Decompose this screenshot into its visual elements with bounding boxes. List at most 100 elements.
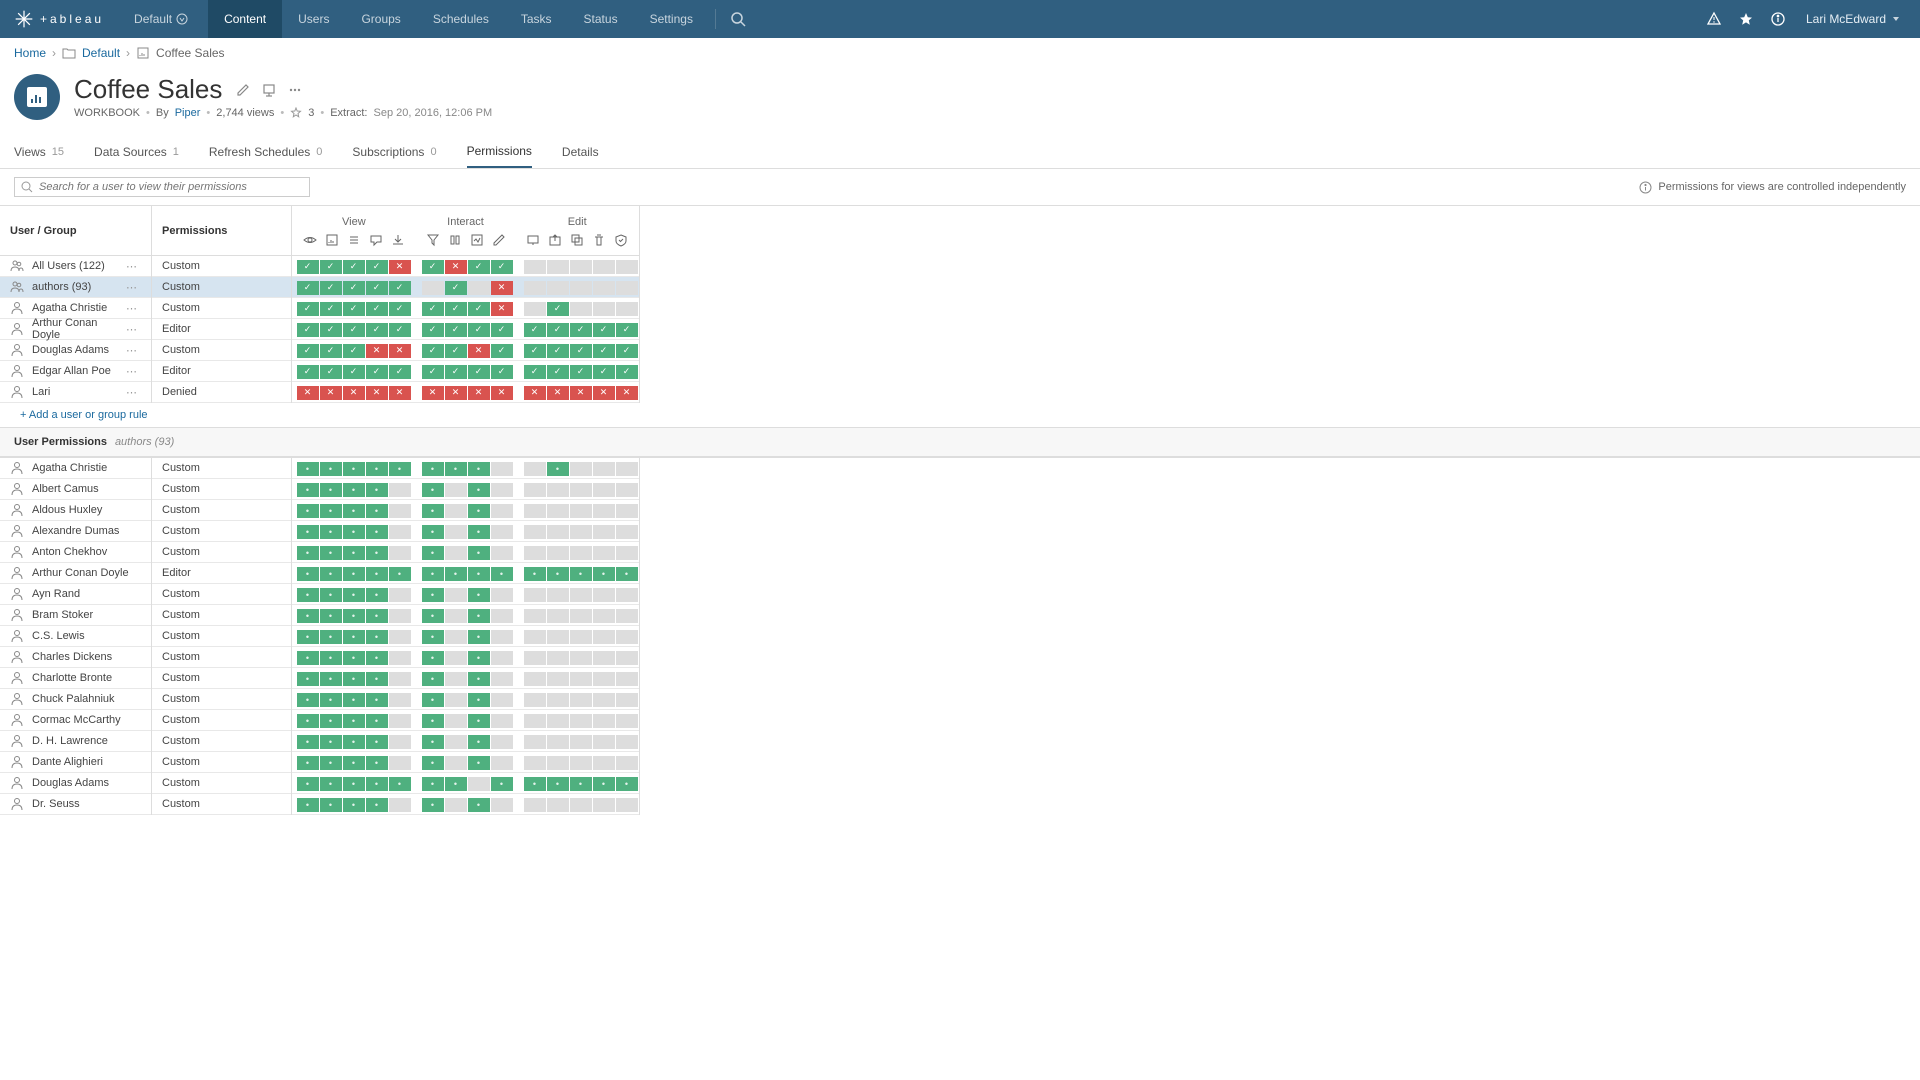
perm-cell[interactable] bbox=[422, 672, 444, 686]
perm-cell[interactable] bbox=[491, 302, 513, 316]
perm-cell[interactable] bbox=[547, 672, 569, 686]
perm-cell[interactable] bbox=[343, 281, 365, 295]
perm-cell[interactable] bbox=[491, 693, 513, 707]
add-rule-link[interactable]: + Add a user or group rule bbox=[0, 403, 1920, 428]
perm-cell[interactable] bbox=[320, 630, 342, 644]
perm-cell[interactable] bbox=[445, 483, 467, 497]
perm-cell[interactable] bbox=[468, 630, 490, 644]
perm-cell[interactable] bbox=[468, 546, 490, 560]
perm-cell[interactable] bbox=[366, 693, 388, 707]
perm-cell[interactable] bbox=[593, 756, 615, 770]
perm-cell[interactable] bbox=[389, 281, 411, 295]
perm-cell[interactable] bbox=[491, 483, 513, 497]
user-row[interactable]: Bram Stoker bbox=[0, 605, 151, 626]
perm-cell[interactable] bbox=[593, 504, 615, 518]
perm-cell[interactable] bbox=[524, 630, 546, 644]
perm-cell[interactable] bbox=[468, 777, 490, 791]
perm-cell[interactable] bbox=[422, 588, 444, 602]
perm-cell[interactable] bbox=[422, 693, 444, 707]
perm-cell[interactable] bbox=[468, 672, 490, 686]
perm-cell[interactable] bbox=[524, 462, 546, 476]
rule-role[interactable]: Denied bbox=[152, 382, 291, 403]
perm-cell[interactable] bbox=[616, 735, 638, 749]
perm-cell[interactable] bbox=[570, 714, 592, 728]
perm-cell[interactable] bbox=[422, 260, 444, 274]
perm-cell[interactable] bbox=[297, 504, 319, 518]
perm-cell[interactable] bbox=[297, 672, 319, 686]
perm-cell[interactable] bbox=[366, 714, 388, 728]
perm-cell[interactable] bbox=[547, 546, 569, 560]
perm-cell[interactable] bbox=[491, 609, 513, 623]
nav-status[interactable]: Status bbox=[568, 0, 634, 38]
perm-cell[interactable] bbox=[389, 777, 411, 791]
perm-cell[interactable] bbox=[491, 714, 513, 728]
user-row[interactable]: Ayn Rand bbox=[0, 584, 151, 605]
perm-cell[interactable] bbox=[366, 798, 388, 812]
perm-cell[interactable] bbox=[343, 483, 365, 497]
perm-cell[interactable] bbox=[491, 504, 513, 518]
perm-cell[interactable] bbox=[524, 672, 546, 686]
perm-cell[interactable] bbox=[524, 302, 546, 316]
perm-cell[interactable] bbox=[297, 735, 319, 749]
perm-cell[interactable] bbox=[616, 693, 638, 707]
perm-cell[interactable] bbox=[570, 777, 592, 791]
perm-cell[interactable] bbox=[468, 525, 490, 539]
perm-cell[interactable] bbox=[524, 588, 546, 602]
perm-cell[interactable] bbox=[320, 344, 342, 358]
perm-cell[interactable] bbox=[570, 609, 592, 623]
perm-cell[interactable] bbox=[389, 567, 411, 581]
perm-cell[interactable] bbox=[320, 504, 342, 518]
perm-cell[interactable] bbox=[366, 260, 388, 274]
perm-cell[interactable] bbox=[389, 672, 411, 686]
perm-cell[interactable] bbox=[343, 651, 365, 665]
perm-cell[interactable] bbox=[297, 630, 319, 644]
perm-cell[interactable] bbox=[593, 344, 615, 358]
perm-cell[interactable] bbox=[389, 693, 411, 707]
perm-cell[interactable] bbox=[570, 588, 592, 602]
rule-role[interactable]: Custom bbox=[152, 298, 291, 319]
perm-cell[interactable] bbox=[570, 525, 592, 539]
perm-cell[interactable] bbox=[547, 567, 569, 581]
perm-cell[interactable] bbox=[320, 756, 342, 770]
rule-role[interactable]: Custom bbox=[152, 277, 291, 298]
row-menu-icon[interactable]: ⋯ bbox=[122, 302, 141, 315]
perm-cell[interactable] bbox=[297, 567, 319, 581]
perm-cell[interactable] bbox=[297, 756, 319, 770]
perm-cell[interactable] bbox=[297, 344, 319, 358]
perm-cell[interactable] bbox=[343, 260, 365, 274]
perm-cell[interactable] bbox=[593, 365, 615, 379]
download-icon[interactable] bbox=[262, 83, 276, 97]
perm-cell[interactable] bbox=[524, 714, 546, 728]
perm-cell[interactable] bbox=[547, 462, 569, 476]
perm-cell[interactable] bbox=[468, 344, 490, 358]
perm-cell[interactable] bbox=[524, 386, 546, 400]
tab-refresh-schedules[interactable]: Refresh Schedules0 bbox=[209, 136, 323, 168]
tab-permissions[interactable]: Permissions bbox=[467, 136, 532, 168]
perm-cell[interactable] bbox=[524, 777, 546, 791]
perm-cell[interactable] bbox=[297, 714, 319, 728]
rule-row[interactable]: authors (93)⋯ bbox=[0, 277, 151, 298]
rule-row[interactable]: Agatha Christie⋯ bbox=[0, 298, 151, 319]
perm-cell[interactable] bbox=[297, 777, 319, 791]
perm-cell[interactable] bbox=[366, 525, 388, 539]
user-menu[interactable]: Lari McEdward bbox=[1794, 12, 1906, 26]
perm-cell[interactable] bbox=[445, 344, 467, 358]
perm-cell[interactable] bbox=[468, 302, 490, 316]
perm-cell[interactable] bbox=[343, 323, 365, 337]
perm-cell[interactable] bbox=[547, 302, 569, 316]
perm-cell[interactable] bbox=[524, 344, 546, 358]
perm-cell[interactable] bbox=[547, 365, 569, 379]
perm-cell[interactable] bbox=[297, 693, 319, 707]
perm-cell[interactable] bbox=[468, 386, 490, 400]
perm-cell[interactable] bbox=[389, 462, 411, 476]
perm-cell[interactable] bbox=[593, 323, 615, 337]
perm-cell[interactable] bbox=[445, 504, 467, 518]
perm-cell[interactable] bbox=[593, 546, 615, 560]
perm-cell[interactable] bbox=[320, 483, 342, 497]
perm-cell[interactable] bbox=[593, 462, 615, 476]
perm-cell[interactable] bbox=[445, 567, 467, 581]
perm-cell[interactable] bbox=[524, 260, 546, 274]
user-row[interactable]: Dante Alighieri bbox=[0, 752, 151, 773]
perm-cell[interactable] bbox=[320, 693, 342, 707]
perm-cell[interactable] bbox=[343, 365, 365, 379]
